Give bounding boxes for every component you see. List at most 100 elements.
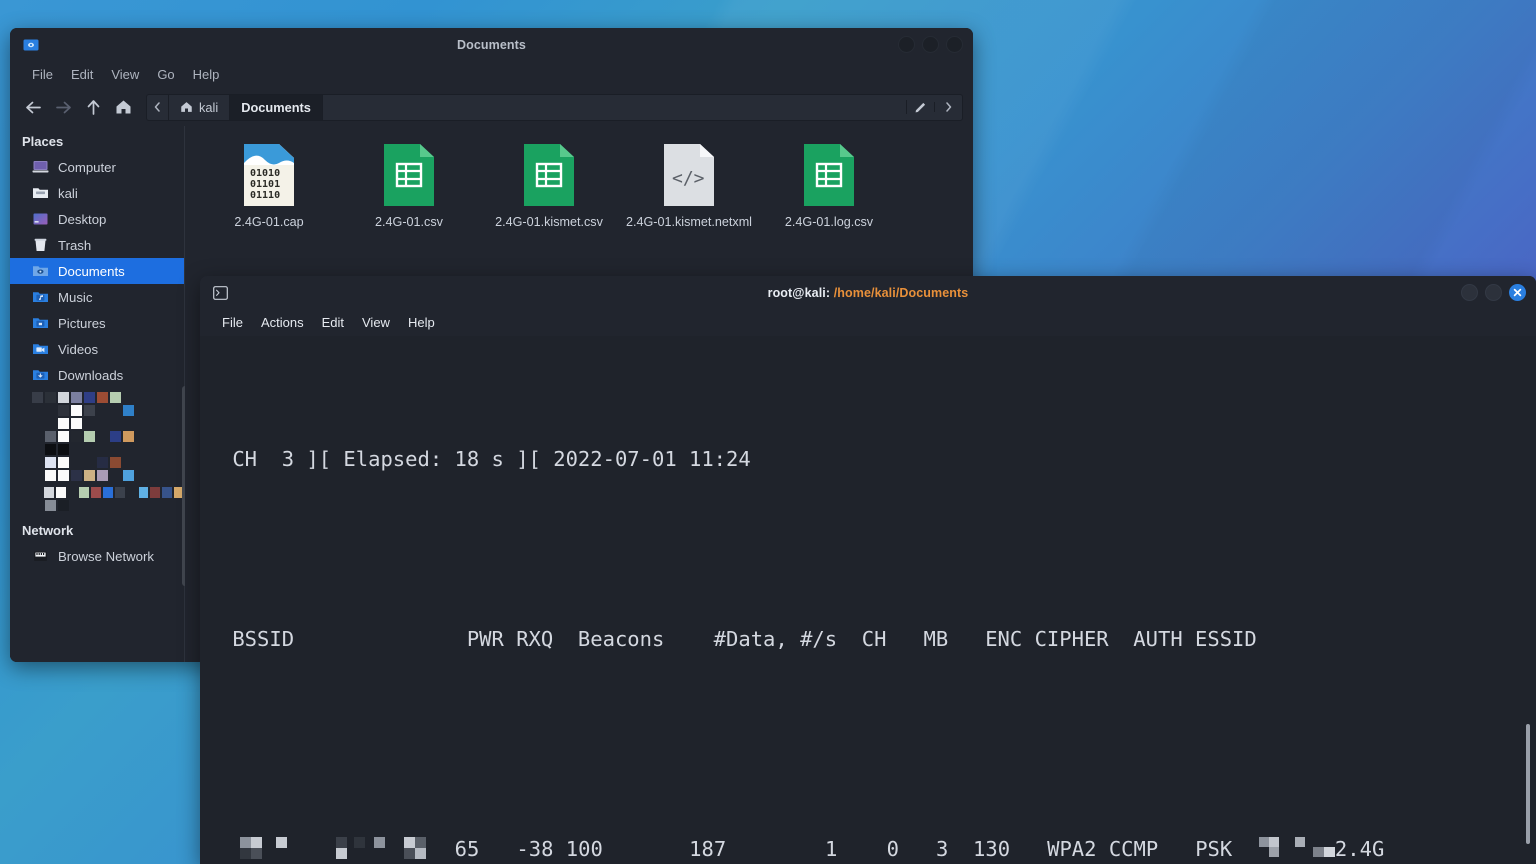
places-header: Places — [10, 132, 184, 154]
terminal-title: root@kali: /home/kali/Documents — [200, 286, 1536, 300]
videos-folder-icon — [32, 341, 49, 357]
spreadsheet-file-icon — [522, 142, 576, 208]
sidebar-item-computer[interactable]: Computer — [10, 154, 184, 180]
chevron-right-icon[interactable] — [934, 102, 962, 112]
file-item-cap[interactable]: 01010 01101 01110 2.4G-01.cap — [199, 140, 339, 230]
menu-edit[interactable]: Edit — [314, 312, 352, 333]
maximize-button[interactable] — [922, 36, 939, 53]
music-folder-icon — [32, 289, 49, 305]
path-bar-actions[interactable] — [906, 95, 962, 120]
airodump-output: CH 3 ][ Elapsed: 18 s ][ 2022-07-01 11:2… — [200, 354, 1536, 864]
airodump-ap-header: BSSID PWR RXQ Beacons #Data, #/s CH MB E… — [220, 624, 1536, 654]
desktop-icon — [32, 211, 49, 227]
trash-icon — [32, 237, 49, 253]
file-name: 2.4G-01.log.csv — [785, 215, 873, 230]
terminal-window[interactable]: root@kali: /home/kali/Documents File Act… — [200, 276, 1536, 864]
file-name: 2.4G-01.cap — [234, 215, 303, 230]
desktop: Documents File Edit View Go Help — [0, 0, 1536, 864]
menu-edit[interactable]: Edit — [63, 64, 101, 85]
pictures-folder-icon — [32, 315, 49, 331]
terminal-window-buttons[interactable] — [1461, 276, 1526, 309]
breadcrumb-documents[interactable]: Documents — [230, 95, 323, 120]
close-button[interactable] — [946, 36, 963, 53]
xml-code-file-icon: </> — [662, 142, 716, 208]
maximize-button[interactable] — [1485, 284, 1502, 301]
sidebar-item-label: Computer — [58, 160, 116, 175]
menu-file[interactable]: File — [24, 64, 61, 85]
sidebar-item-label: Browse Network — [58, 549, 154, 564]
file-item-kismet-netxml[interactable]: </> 2.4G-01.kismet.netxml — [619, 140, 759, 230]
spreadsheet-file-icon — [382, 142, 436, 208]
svg-text:</>: </> — [672, 168, 705, 189]
file-manager-window-buttons[interactable] — [898, 28, 963, 61]
terminal-title-path: /home/kali/Documents — [834, 286, 969, 300]
pencil-icon[interactable] — [906, 100, 934, 114]
airodump-ap-row: 65 -38 100 187 1 0 3 130 WPA2 CCMP PSK 2… — [220, 834, 1536, 864]
sidebar-item-desktop[interactable]: Desktop — [10, 206, 184, 232]
sidebar-item-browse-network[interactable]: Browse Network — [10, 543, 184, 569]
terminal-scrollbar[interactable] — [1526, 724, 1530, 844]
sidebar-item-label: Downloads — [58, 368, 123, 383]
terminal-title-user: root@kali: — [768, 286, 834, 300]
sidebar-item-label: Trash — [58, 238, 91, 253]
minimize-button[interactable] — [898, 36, 915, 53]
file-manager-title: Documents — [10, 38, 973, 52]
file-name: 2.4G-01.kismet.csv — [495, 215, 603, 230]
up-arrow-icon[interactable] — [80, 94, 106, 120]
documents-folder-icon — [32, 263, 49, 279]
redacted-essid — [1257, 837, 1335, 859]
downloads-folder-icon — [32, 367, 49, 383]
minimize-button[interactable] — [1461, 284, 1478, 301]
places-sidebar[interactable]: Places Computer kali — [10, 126, 185, 662]
network-icon — [32, 548, 49, 564]
home-icon[interactable] — [110, 94, 136, 120]
redacted-device-entries — [10, 388, 184, 517]
breadcrumb-documents-label: Documents — [241, 100, 311, 115]
path-bar[interactable]: kali Documents — [146, 94, 963, 121]
redacted-bssid — [232, 837, 442, 859]
sidebar-item-trash[interactable]: Trash — [10, 232, 184, 258]
menu-help[interactable]: Help — [400, 312, 443, 333]
terminal-titlebar[interactable]: root@kali: /home/kali/Documents — [200, 276, 1536, 309]
terminal-menubar[interactable]: File Actions Edit View Help — [200, 309, 1536, 336]
home-folder-icon — [32, 185, 49, 201]
file-name: 2.4G-01.kismet.netxml — [626, 215, 752, 230]
network-header: Network — [10, 517, 184, 543]
menu-view[interactable]: View — [354, 312, 398, 333]
back-arrow-icon[interactable] — [20, 94, 46, 120]
file-manager-menubar[interactable]: File Edit View Go Help — [10, 61, 973, 88]
menu-file[interactable]: File — [214, 312, 251, 333]
file-manager-titlebar[interactable]: Documents — [10, 28, 973, 61]
sidebar-item-kali[interactable]: kali — [10, 180, 184, 206]
sidebar-item-pictures[interactable]: Pictures — [10, 310, 184, 336]
path-bar-empty-space[interactable] — [323, 95, 906, 120]
menu-view[interactable]: View — [103, 64, 147, 85]
close-button[interactable] — [1509, 284, 1526, 301]
computer-icon — [32, 159, 49, 175]
airodump-status-line: CH 3 ][ Elapsed: 18 s ][ 2022-07-01 11:2… — [220, 444, 1536, 474]
file-item-log-csv[interactable]: 2.4G-01.log.csv — [759, 140, 899, 230]
sidebar-item-music[interactable]: Music — [10, 284, 184, 310]
svg-text:01110: 01110 — [250, 190, 280, 201]
file-name: 2.4G-01.csv — [375, 215, 443, 230]
file-manager-toolbar[interactable]: kali Documents — [10, 88, 973, 126]
file-item-csv[interactable]: 2.4G-01.csv — [339, 140, 479, 230]
sidebar-item-videos[interactable]: Videos — [10, 336, 184, 362]
path-back-icon[interactable] — [147, 95, 169, 120]
menu-actions[interactable]: Actions — [253, 312, 312, 333]
breadcrumb-kali-label: kali — [199, 100, 218, 115]
sidebar-item-downloads[interactable]: Downloads — [10, 362, 184, 388]
breadcrumb-kali[interactable]: kali — [169, 95, 230, 120]
terminal-body[interactable]: CH 3 ][ Elapsed: 18 s ][ 2022-07-01 11:2… — [200, 336, 1536, 864]
sidebar-item-label: Music — [58, 290, 92, 305]
binary-capture-file-icon: 01010 01101 01110 — [238, 142, 300, 208]
spreadsheet-file-icon — [802, 142, 856, 208]
forward-arrow-icon[interactable] — [50, 94, 76, 120]
file-item-kismet-csv[interactable]: 2.4G-01.kismet.csv — [479, 140, 619, 230]
home-icon — [180, 101, 193, 113]
menu-go[interactable]: Go — [149, 64, 182, 85]
close-icon — [1513, 288, 1522, 297]
sidebar-item-label: Desktop — [58, 212, 106, 227]
menu-help[interactable]: Help — [185, 64, 228, 85]
sidebar-item-documents[interactable]: Documents — [10, 258, 184, 284]
